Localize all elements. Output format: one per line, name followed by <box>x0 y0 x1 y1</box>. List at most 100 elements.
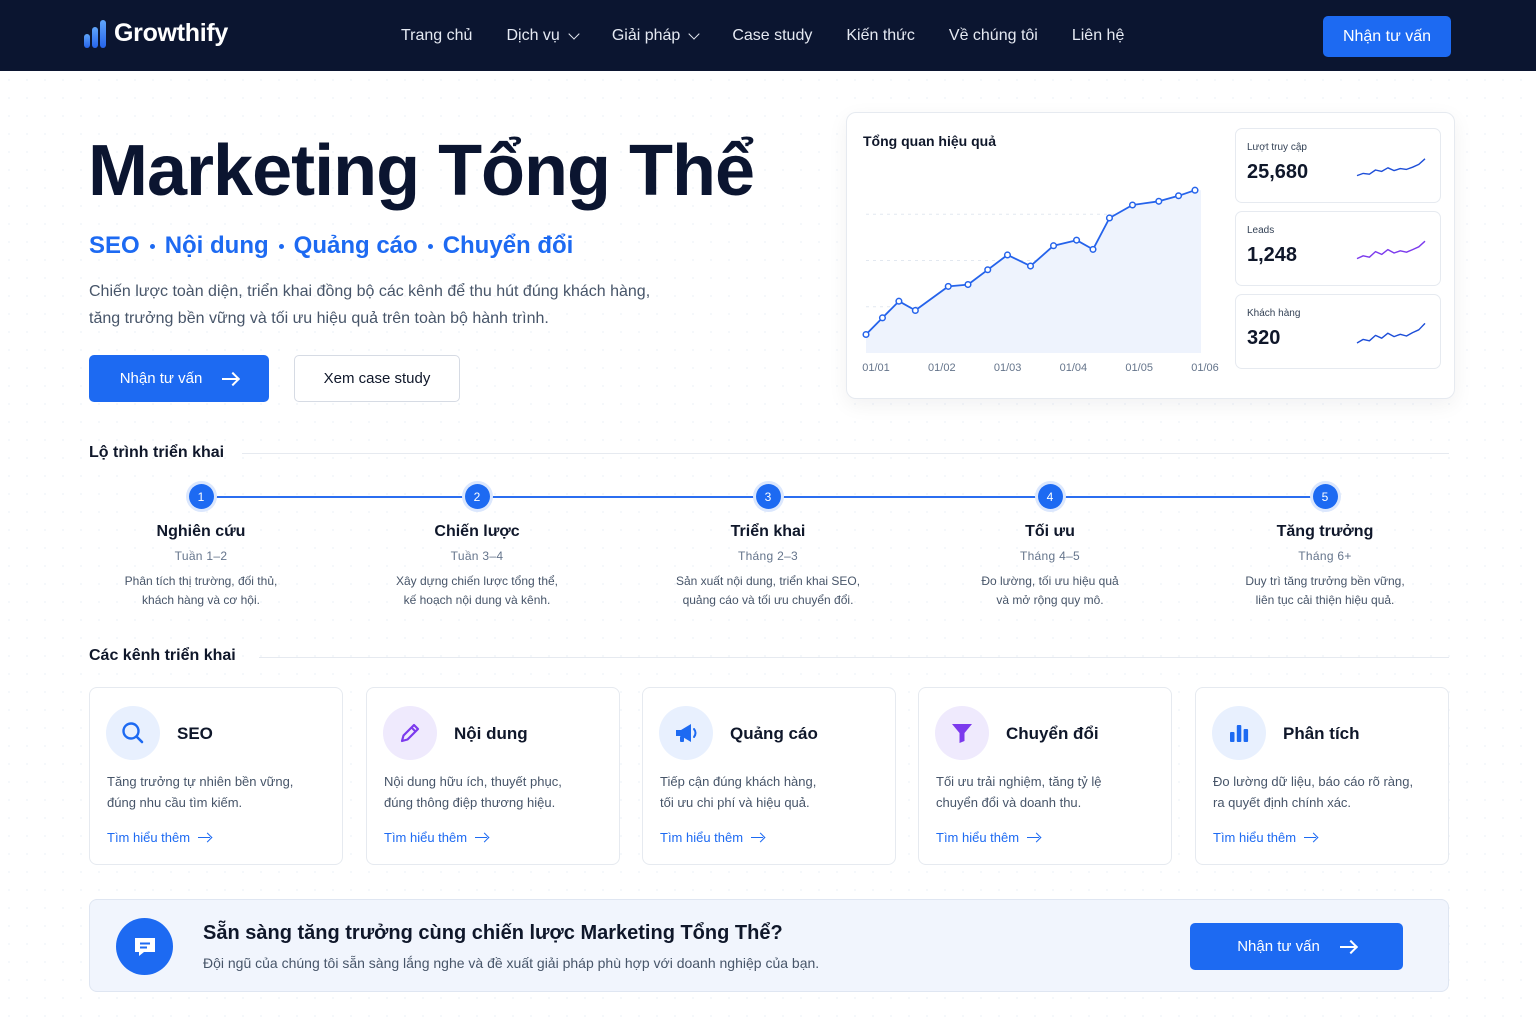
stat-value: 25,680 <box>1247 161 1309 183</box>
data-point <box>1089 245 1097 253</box>
nav-item-about[interactable]: Về chúng tôi <box>949 27 1038 45</box>
x-tick-label: 01/03 <box>994 362 1022 374</box>
hero-tags: SEO Nội dung Quảng cáo Chuyển đổi <box>89 232 573 260</box>
data-point <box>964 281 972 289</box>
leads-sparkline <box>1356 240 1426 260</box>
step-description: Sản xuất nội dung, triển khai SEO, quảng … <box>658 572 878 610</box>
hero-tag: Quảng cáo <box>293 232 418 259</box>
data-point <box>862 330 870 339</box>
data-point <box>911 306 919 314</box>
step-number: 4 <box>1037 484 1063 509</box>
step-description-line: Sản xuất nội dung, triển khai SEO, <box>675 574 861 588</box>
channel-card-ads[interactable]: Quảng cáo Tiếp cận đúng khách hàng, tối ư… <box>642 687 896 865</box>
step-time: Tháng 2–3 <box>737 549 799 563</box>
roadmap-step: 3 Triển khai Tháng 2–3 Sản xuất nội dung… <box>658 484 878 610</box>
step-number: 5 <box>1312 484 1338 509</box>
channel-description-line: Tiếp cận đúng khách hàng, <box>660 774 817 789</box>
top-navbar: Growthify Trang chủ Dịch vụ Giải pháp Ca… <box>0 0 1536 71</box>
megaphone-icon <box>659 706 713 760</box>
nav-item-case-study[interactable]: Case study <box>732 27 812 45</box>
learn-more-link[interactable]: Tìm hiểu thêm <box>107 830 211 845</box>
nav-item-knowledge[interactable]: Kiến thức <box>846 27 915 45</box>
channel-card-analytics[interactable]: Phân tích Đo lường dữ liệu, báo cáo rõ r… <box>1195 687 1449 865</box>
roadmap-step: 2 Chiến lược Tuần 3–4 Xây dựng chiến lượ… <box>367 484 587 610</box>
logo[interactable]: Growthify <box>84 18 228 48</box>
chat-icon <box>116 918 173 975</box>
channel-description-line: đúng thông điệp thương hiệu. <box>384 795 556 810</box>
hero-description-line: tăng trưởng bền vững và tối ưu hiệu quả … <box>89 310 549 327</box>
nav-item-contact[interactable]: Liên hệ <box>1072 27 1125 45</box>
hero-tag: SEO <box>89 232 140 259</box>
channel-title: Quảng cáo <box>730 724 818 743</box>
link-label: Tìm hiểu thêm <box>1213 830 1297 845</box>
nav-item-services[interactable]: Dịch vụ <box>506 27 580 45</box>
nav-label: Giải pháp <box>611 26 681 44</box>
header-consult-button[interactable]: Nhận tư vấn <box>1323 16 1451 57</box>
visits-sparkline <box>1356 158 1426 177</box>
channel-description-line: tối ưu chi phí và hiệu quả. <box>660 795 810 810</box>
sparkline-path <box>1356 158 1426 177</box>
channel-title: Phân tích <box>1283 724 1360 743</box>
data-point <box>944 282 952 290</box>
roadmap-heading: Lộ trình triển khai <box>89 444 225 461</box>
channel-description-line: Nội dung hữu ích, thuyết phục, <box>384 774 562 789</box>
data-point <box>1175 192 1183 200</box>
data-point <box>1191 186 1199 194</box>
customers-sparkline <box>1356 322 1426 344</box>
bar-chart-icon <box>1212 706 1266 760</box>
learn-more-link[interactable]: Tìm hiểu thêm <box>660 830 764 845</box>
separator-dot <box>427 243 433 249</box>
hero-consult-button[interactable]: Nhận tư vấn <box>89 355 269 402</box>
hero-description-line: Chiến lược toàn diện, triển khai đồng bộ… <box>89 283 651 300</box>
view-case-study-button[interactable]: Xem case study <box>294 355 460 402</box>
roadmap-step: 5 Tăng trưởng Tháng 6+ Duy trì tăng trưở… <box>1215 484 1435 610</box>
learn-more-link[interactable]: Tìm hiểu thêm <box>384 830 488 845</box>
data-point <box>1105 214 1114 222</box>
banner-description: Đội ngũ của chúng tôi sẵn sàng lắng nghe… <box>203 955 820 971</box>
data-point <box>1155 197 1163 205</box>
page-title: Marketing Tổng Thể <box>88 131 755 211</box>
step-number: 3 <box>755 484 781 509</box>
hero-tag: Nội dung <box>164 232 269 259</box>
logo-bars-icon <box>84 18 108 48</box>
channel-card-seo[interactable]: SEO Tăng trưởng tự nhiên bền vững, đúng n… <box>89 687 343 865</box>
step-description-line: quảng cáo và tối ưu chuyển đổi. <box>682 593 854 607</box>
data-point <box>1049 242 1058 250</box>
performance-area-chart: 01/01 01/02 01/03 01/04 01/05 01/06 <box>862 186 1219 374</box>
learn-more-link[interactable]: Tìm hiểu thêm <box>936 830 1040 845</box>
channel-description-line: đúng nhu cầu tìm kiếm. <box>107 795 243 810</box>
arrow-right-icon <box>198 833 211 843</box>
nav-item-home[interactable]: Trang chủ <box>401 27 472 45</box>
step-time: Tháng 4–5 <box>1019 549 1081 563</box>
channels-heading: Các kênh triển khai <box>89 647 236 664</box>
arrow-right-icon <box>1304 833 1317 843</box>
separator-dot <box>149 243 155 249</box>
step-number: 2 <box>464 484 490 509</box>
step-description-line: liên tục cải thiện hiệu quả. <box>1255 593 1395 607</box>
hero-tag: Chuyển đổi <box>442 232 574 259</box>
nav-item-solutions[interactable]: Giải pháp <box>611 26 700 45</box>
nav-label: Trang chủ <box>401 26 473 44</box>
channel-description-line: Tăng trưởng tự nhiên bền vững, <box>107 774 294 789</box>
data-point <box>878 314 887 322</box>
nav-label: Liên hệ <box>1071 26 1125 44</box>
nav-label: Case study <box>732 26 813 44</box>
pencil-icon <box>383 706 437 760</box>
arrow-right-icon <box>1027 833 1040 843</box>
channel-title: Chuyển đổi <box>1006 724 1099 743</box>
nav-label: Kiến thức <box>846 26 915 44</box>
data-point <box>1128 201 1137 209</box>
x-tick-label: 01/02 <box>928 362 956 374</box>
cta-banner: Sẵn sàng tăng trưởng cùng chiến lược Mar… <box>89 899 1449 992</box>
step-time: Tuần 3–4 <box>450 549 504 563</box>
channel-title: Nội dung <box>454 724 528 743</box>
data-point <box>1073 236 1081 244</box>
channel-description-line: ra quyết định chính xác. <box>1213 795 1352 810</box>
step-description-line: Xây dựng chiến lược tổng thể, <box>395 574 559 588</box>
roadmap-step: 4 Tối ưu Tháng 4–5 Đo lường, tối ưu hiệu… <box>940 484 1160 610</box>
learn-more-link[interactable]: Tìm hiểu thêm <box>1213 830 1317 845</box>
banner-consult-button[interactable]: Nhận tư vấn <box>1190 923 1403 970</box>
channel-card-conversion[interactable]: Chuyển đổi Tối ưu trải nghiệm, tăng tỷ l… <box>918 687 1172 865</box>
channel-card-content[interactable]: Nội dung Nội dung hữu ích, thuyết phục, đ… <box>366 687 620 865</box>
nav-label: Về chúng tôi <box>948 26 1038 44</box>
